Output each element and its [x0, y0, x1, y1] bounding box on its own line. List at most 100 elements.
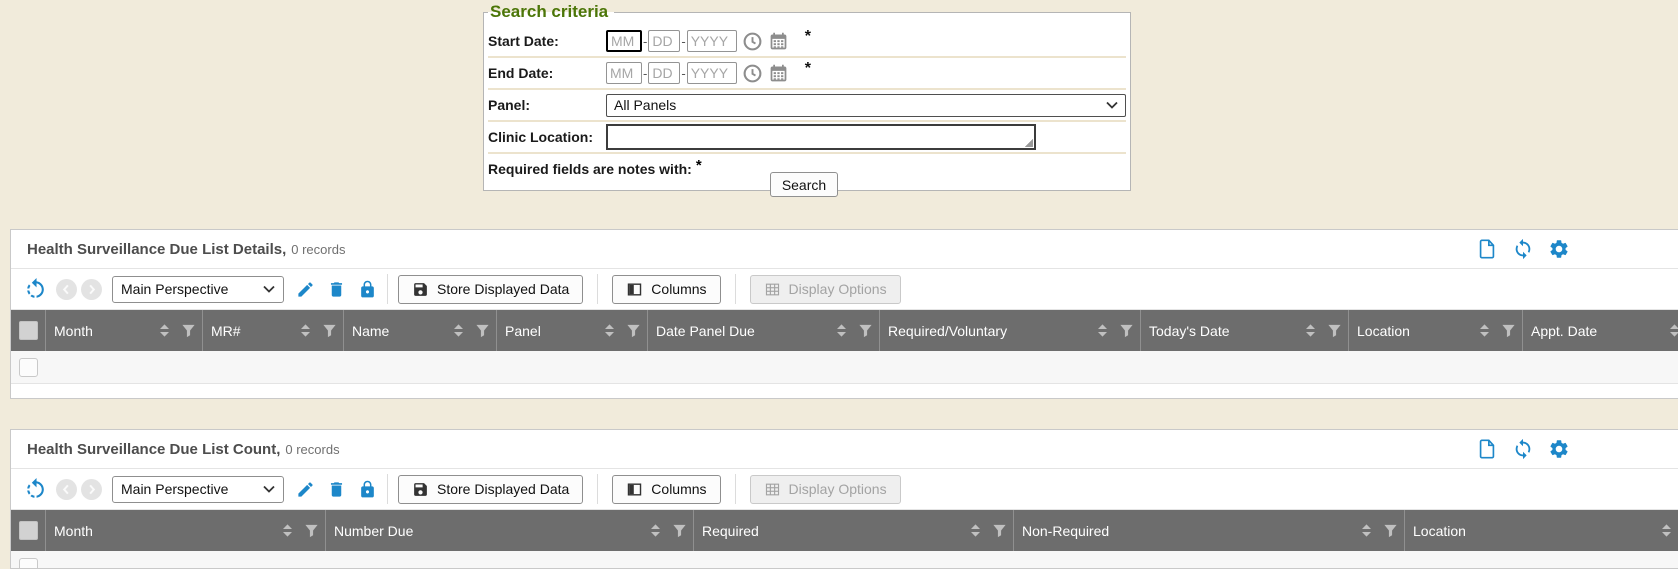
- sort-icon[interactable]: [298, 323, 313, 338]
- search-button[interactable]: Search: [770, 172, 838, 197]
- lock-icon[interactable]: [358, 280, 377, 299]
- start-date-yyyy-input[interactable]: [687, 30, 737, 52]
- grid-titlebar: Health Surveillance Due List Details,0 r…: [11, 230, 1678, 269]
- reset-undo-icon[interactable]: [23, 277, 48, 302]
- sort-icon[interactable]: [1667, 323, 1678, 338]
- columns-button[interactable]: Columns: [612, 475, 720, 504]
- filter-icon[interactable]: [626, 323, 641, 338]
- clinic-location-input[interactable]: [606, 124, 1036, 150]
- end-date-yyyy-input[interactable]: [687, 62, 737, 84]
- sort-icon[interactable]: [451, 323, 466, 338]
- sort-icon[interactable]: [648, 523, 663, 538]
- end-date-row: End Date: - - *: [488, 58, 1126, 90]
- grid-toolbar: Main Perspective Store Displayed Data Co…: [11, 469, 1678, 510]
- sort-icon[interactable]: [1659, 523, 1674, 538]
- settings-gear-icon[interactable]: [1548, 238, 1570, 260]
- sort-icon[interactable]: [968, 523, 983, 538]
- start-date-dd-input[interactable]: [648, 30, 680, 52]
- document-icon[interactable]: [1476, 238, 1498, 260]
- filter-icon[interactable]: [858, 323, 873, 338]
- nav-back-icon[interactable]: [56, 479, 77, 500]
- row-checkbox[interactable]: [19, 358, 38, 377]
- sort-icon[interactable]: [602, 323, 617, 338]
- end-date-mm-input[interactable]: [606, 62, 642, 84]
- column-header-panel[interactable]: Panel: [497, 310, 648, 351]
- titlebar-icons: [1476, 438, 1570, 460]
- panel-select[interactable]: All Panels: [606, 94, 1126, 117]
- column-header-location[interactable]: Location: [1349, 310, 1523, 351]
- column-header-mr-[interactable]: MR#: [203, 310, 344, 351]
- filter-icon[interactable]: [322, 323, 337, 338]
- nav-forward-icon[interactable]: [81, 479, 102, 500]
- column-header-today-s-date[interactable]: Today's Date: [1141, 310, 1349, 351]
- perspective-select-value: Main Perspective: [121, 281, 228, 297]
- filter-icon[interactable]: [1501, 323, 1516, 338]
- date-separator: -: [681, 34, 685, 49]
- column-header-month[interactable]: Month: [46, 510, 326, 551]
- column-header-required-voluntary[interactable]: Required/Voluntary: [880, 310, 1141, 351]
- settings-gear-icon[interactable]: [1548, 438, 1570, 460]
- sort-icon[interactable]: [834, 323, 849, 338]
- filter-icon[interactable]: [304, 523, 319, 538]
- search-criteria-legend: Search criteria: [488, 2, 614, 22]
- nav-back-icon[interactable]: [56, 279, 77, 300]
- grid-titlebar: Health Surveillance Due List Count,0 rec…: [11, 430, 1678, 469]
- grid-title: Health Surveillance Due List Details,0 r…: [27, 241, 345, 258]
- lock-icon[interactable]: [358, 480, 377, 499]
- document-icon[interactable]: [1476, 438, 1498, 460]
- column-header-required[interactable]: Required: [694, 510, 1014, 551]
- column-header-row: MonthMR#NamePanelDate Panel DueRequired/…: [11, 310, 1678, 351]
- display-options-label: Display Options: [789, 281, 887, 297]
- edit-pencil-icon[interactable]: [296, 480, 315, 499]
- titlebar-icons: [1476, 238, 1570, 260]
- delete-trash-icon[interactable]: [327, 480, 346, 499]
- filter-icon[interactable]: [672, 523, 687, 538]
- column-header-number-due[interactable]: Number Due: [326, 510, 694, 551]
- calendar-icon[interactable]: [768, 63, 789, 84]
- filter-icon[interactable]: [1119, 323, 1134, 338]
- end-date-label: End Date:: [488, 65, 606, 81]
- record-count: 0 records: [285, 442, 339, 457]
- refresh-icon[interactable]: [1512, 238, 1534, 260]
- filter-icon[interactable]: [1383, 523, 1398, 538]
- sort-icon[interactable]: [1303, 323, 1318, 338]
- grid-toolbar: Main Perspective Store Displayed Data Co…: [11, 269, 1678, 310]
- end-date-dd-input[interactable]: [648, 62, 680, 84]
- sort-icon[interactable]: [1359, 523, 1374, 538]
- delete-trash-icon[interactable]: [327, 280, 346, 299]
- clock-icon[interactable]: [742, 31, 763, 52]
- column-header-location[interactable]: Location: [1405, 510, 1678, 551]
- sort-icon[interactable]: [157, 323, 172, 338]
- nav-forward-icon[interactable]: [81, 279, 102, 300]
- store-displayed-data-button[interactable]: Store Displayed Data: [398, 275, 583, 304]
- filter-icon[interactable]: [1327, 323, 1342, 338]
- column-header-name[interactable]: Name: [344, 310, 497, 351]
- filter-icon[interactable]: [992, 523, 1007, 538]
- column-header-appt-date[interactable]: Appt. Date: [1523, 310, 1678, 351]
- row-checkbox[interactable]: [19, 558, 38, 569]
- filter-icon[interactable]: [181, 323, 196, 338]
- filter-icon[interactable]: [475, 323, 490, 338]
- calendar-icon[interactable]: [768, 31, 789, 52]
- grid-title-text: Health Surveillance Due List Details,: [27, 241, 286, 258]
- select-all-checkbox[interactable]: [19, 521, 38, 540]
- columns-button[interactable]: Columns: [612, 275, 720, 304]
- column-header-date-panel-due[interactable]: Date Panel Due: [648, 310, 880, 351]
- select-all-checkbox[interactable]: [19, 321, 38, 340]
- perspective-select[interactable]: Main Perspective: [112, 276, 284, 303]
- sort-icon[interactable]: [1477, 323, 1492, 338]
- save-floppy-icon: [412, 281, 429, 298]
- start-date-mm-input[interactable]: [606, 30, 642, 52]
- refresh-icon[interactable]: [1512, 438, 1534, 460]
- clock-icon[interactable]: [742, 63, 763, 84]
- sort-icon[interactable]: [1095, 323, 1110, 338]
- sort-icon[interactable]: [280, 523, 295, 538]
- edit-pencil-icon[interactable]: [296, 280, 315, 299]
- resize-grip[interactable]: [1024, 138, 1033, 147]
- store-displayed-data-button[interactable]: Store Displayed Data: [398, 475, 583, 504]
- perspective-select[interactable]: Main Perspective: [112, 476, 284, 503]
- column-header-non-required[interactable]: Non-Required: [1014, 510, 1405, 551]
- search-criteria-panel: Search criteria Start Date: - - * End Da…: [483, 2, 1127, 191]
- reset-undo-icon[interactable]: [23, 477, 48, 502]
- column-header-month[interactable]: Month: [46, 310, 203, 351]
